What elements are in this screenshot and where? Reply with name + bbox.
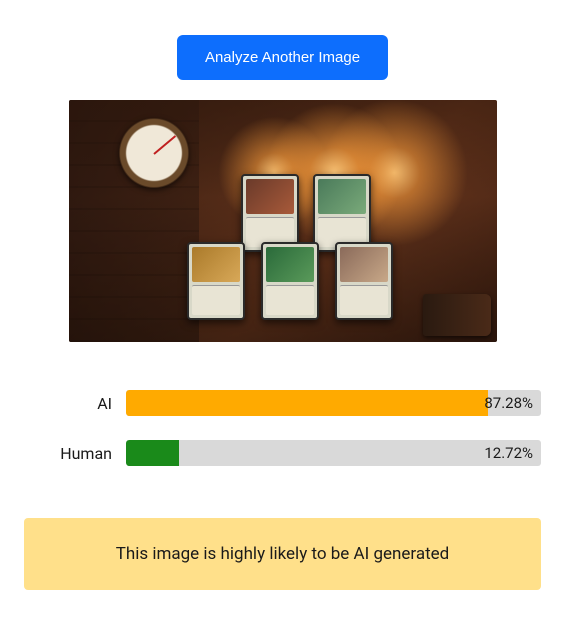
verdict-banner: This image is highly likely to be AI gen…: [24, 518, 541, 590]
image-gauge: [119, 118, 189, 188]
analyze-another-button[interactable]: Analyze Another Image: [177, 35, 388, 80]
ai-bar: 87.28%: [126, 390, 541, 416]
analyzed-image: [69, 100, 497, 342]
image-card: [313, 174, 371, 252]
human-bar: 12.72%: [126, 440, 541, 466]
image-card: [261, 242, 319, 320]
ai-percent: 87.28%: [484, 394, 533, 412]
image-card: [335, 242, 393, 320]
results-bars: AI 87.28% Human 12.72%: [24, 390, 541, 466]
image-card: [241, 174, 299, 252]
ai-bar-fill: [126, 390, 488, 416]
image-book: [423, 294, 491, 336]
human-percent: 12.72%: [484, 444, 533, 462]
ai-label: AI: [24, 394, 126, 413]
human-bar-fill: [126, 440, 179, 466]
human-label: Human: [24, 444, 126, 463]
image-card: [187, 242, 245, 320]
